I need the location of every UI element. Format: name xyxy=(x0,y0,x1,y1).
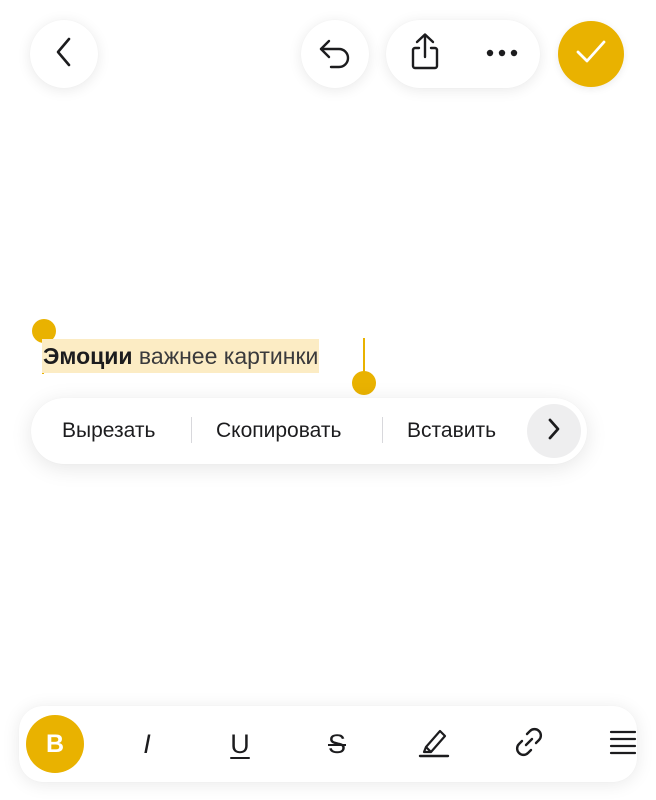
bold-word: Эмоции xyxy=(43,343,133,369)
undo-button[interactable] xyxy=(301,20,369,88)
header-actions-group xyxy=(386,20,540,88)
menu-paste[interactable]: Вставить xyxy=(407,398,496,464)
more-dots-icon xyxy=(485,45,519,63)
menu-divider xyxy=(191,417,192,443)
strikethrough-label: S xyxy=(327,728,346,759)
underline-button[interactable]: U xyxy=(209,706,271,782)
list-icon xyxy=(609,727,637,762)
bold-button[interactable]: B xyxy=(24,706,86,782)
bold-label: B xyxy=(26,715,84,773)
chevron-left-icon xyxy=(52,35,76,74)
share-button[interactable] xyxy=(389,20,461,88)
checkmark-icon xyxy=(574,38,608,71)
done-button[interactable] xyxy=(558,21,624,87)
list-button[interactable] xyxy=(589,706,637,782)
selected-text[interactable]: Эмоции важнее картинки xyxy=(42,339,320,373)
chevron-right-icon xyxy=(546,417,562,446)
menu-more-button[interactable] xyxy=(527,404,581,458)
menu-divider xyxy=(382,417,383,443)
share-icon xyxy=(408,32,442,77)
strikethrough-button[interactable]: S xyxy=(306,706,368,782)
italic-label: I xyxy=(143,728,151,759)
context-menu: Вырезать Скопировать Вставить xyxy=(31,398,587,464)
link-button[interactable] xyxy=(498,706,560,782)
underline-label: U xyxy=(230,728,250,759)
link-icon xyxy=(511,724,547,765)
normal-text: важнее картинки xyxy=(132,343,319,369)
highlight-button[interactable] xyxy=(403,706,465,782)
menu-copy[interactable]: Скопировать xyxy=(216,398,341,464)
italic-button[interactable]: I xyxy=(116,706,178,782)
back-button[interactable] xyxy=(30,20,98,88)
format-toolbar: B I U S xyxy=(19,706,637,782)
selection-end-handle[interactable] xyxy=(352,371,376,395)
undo-arrow-icon xyxy=(317,35,353,74)
more-button[interactable] xyxy=(466,20,538,88)
note-text[interactable]: Эмоции важнее картинки xyxy=(42,338,320,374)
highlighter-pen-icon xyxy=(416,725,452,764)
menu-cut[interactable]: Вырезать xyxy=(62,398,155,464)
